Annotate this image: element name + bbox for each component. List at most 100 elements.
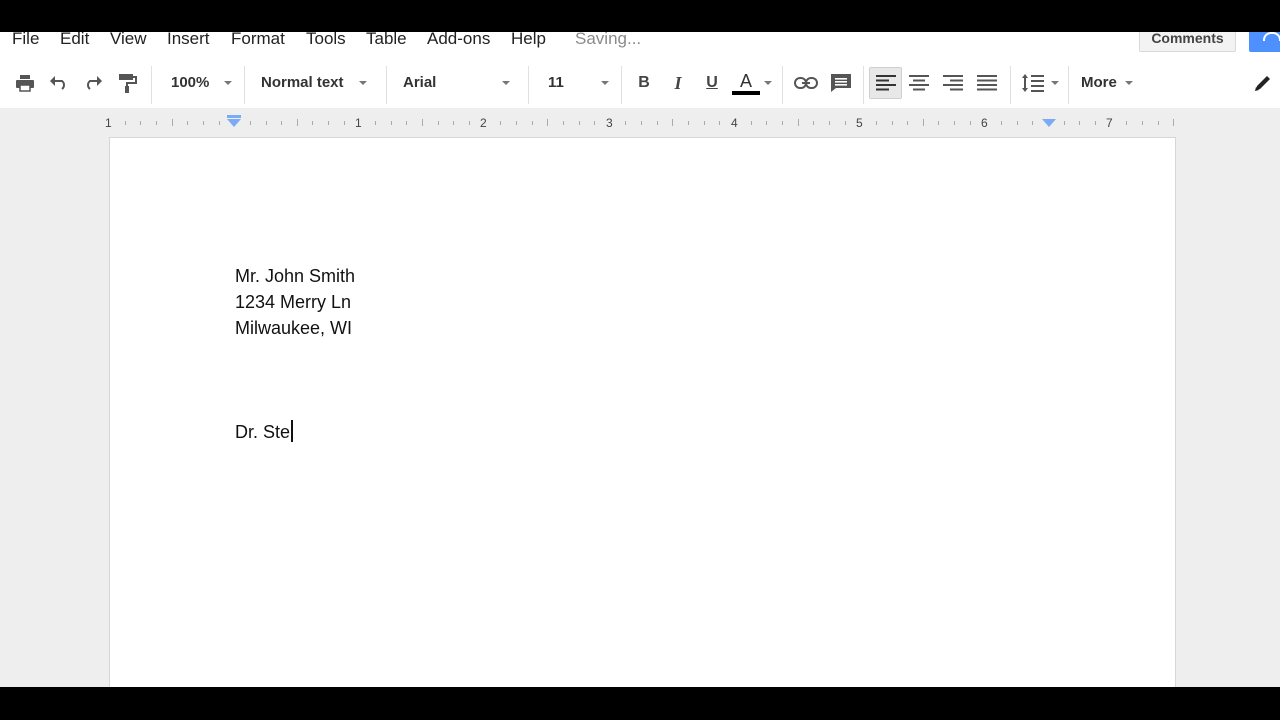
align-right-button[interactable]: [942, 71, 964, 95]
ruler-tick: [891, 121, 893, 125]
ruler-tick: [813, 121, 815, 125]
ruler-label: 7: [1106, 116, 1113, 130]
share-button[interactable]: [1249, 32, 1280, 52]
ruler-tick: [578, 121, 580, 125]
editing-mode-button[interactable]: [1252, 71, 1274, 95]
ruler-tick: [703, 121, 705, 125]
italic-button[interactable]: I: [668, 71, 688, 95]
bold-button[interactable]: B: [634, 71, 654, 95]
ruler-tick: [1016, 121, 1018, 125]
ruler-tick: [828, 121, 830, 125]
ruler-tick: [907, 121, 909, 125]
ruler-scale: 1 1 2 3 4 5 6 7: [100, 116, 1176, 130]
ruler-tick: [1001, 121, 1003, 125]
ruler-tick: [1079, 121, 1081, 125]
print-button[interactable]: [14, 71, 36, 95]
undo-icon: [50, 76, 65, 90]
ruler-tick: [202, 121, 204, 125]
chevron-down-icon: [1051, 81, 1059, 85]
ruler-tick: [531, 121, 533, 125]
toolbar-separator: [528, 66, 529, 104]
ruler-tick: [562, 121, 564, 125]
align-center-icon: [909, 75, 929, 91]
ruler-tick: [468, 121, 470, 125]
ruler-tick: [969, 121, 971, 125]
ruler-tick: [296, 119, 298, 126]
text-color-button[interactable]: A: [732, 71, 760, 95]
ruler-tick: [766, 121, 768, 125]
menu-help[interactable]: Help: [511, 32, 546, 58]
first-line-indent-marker[interactable]: [227, 115, 241, 118]
ruler-tick: [547, 119, 549, 126]
document-page[interactable]: Mr. John Smith 1234 Merry Ln Milwaukee, …: [109, 137, 1176, 687]
toolbar-separator: [621, 66, 622, 104]
ruler-tick: [875, 121, 877, 125]
bold-icon: B: [638, 74, 650, 91]
ruler-tick: [249, 121, 251, 125]
toolbar-separator: [244, 66, 245, 104]
align-center-button[interactable]: [908, 71, 930, 95]
menu-tools[interactable]: Tools: [306, 32, 346, 58]
ruler-tick: [281, 121, 283, 125]
zoom-select[interactable]: 100%: [171, 71, 209, 95]
ruler-tick: [390, 121, 392, 125]
more-menu[interactable]: More: [1081, 71, 1117, 95]
ruler-tick: [124, 121, 126, 125]
toolbar-separator: [151, 66, 152, 104]
document-line: 1234 Merry Ln: [235, 292, 352, 312]
italic-icon: I: [674, 72, 682, 93]
ruler-label: 5: [856, 116, 863, 130]
justify-button[interactable]: [976, 71, 998, 95]
document-line: Mr. John Smith: [235, 266, 356, 286]
undo-button[interactable]: [48, 71, 70, 95]
line-spacing-icon: [1022, 74, 1044, 92]
chevron-down-icon: [601, 81, 609, 85]
ruler-tick: [688, 121, 690, 125]
align-left-button[interactable]: [869, 67, 902, 99]
menu-table[interactable]: Table: [366, 32, 407, 58]
menu-view[interactable]: View: [110, 32, 147, 58]
ruler[interactable]: 1 1 2 3 4 5 6 7: [0, 108, 1280, 136]
font-size-select[interactable]: 11: [548, 71, 564, 95]
left-indent-marker[interactable]: [227, 119, 241, 127]
pencil-icon: [1255, 76, 1270, 91]
right-indent-marker[interactable]: [1042, 119, 1056, 127]
ruler-tick: [1063, 121, 1065, 125]
line-spacing-button[interactable]: [1020, 71, 1046, 95]
font-select[interactable]: Arial: [403, 71, 436, 95]
ruler-tick: [641, 121, 643, 125]
redo-button[interactable]: [82, 71, 104, 95]
document-line-active: Dr. Ste: [235, 419, 294, 445]
paint-format-icon: [119, 74, 137, 93]
justify-icon: [977, 75, 997, 91]
ruler-label: 3: [606, 116, 613, 130]
menu-addons[interactable]: Add-ons: [427, 32, 490, 58]
toolbar-separator: [386, 66, 387, 104]
ruler-tick: [437, 121, 439, 125]
ruler-tick: [594, 121, 596, 125]
comments-button[interactable]: Comments: [1139, 32, 1236, 52]
menu-bar: File Edit View Insert Format Tools Table…: [0, 32, 1280, 58]
ruler-tick: [922, 119, 924, 126]
menu-file[interactable]: File: [12, 32, 39, 58]
ruler-label: 2: [480, 116, 487, 130]
insert-comment-button[interactable]: [829, 71, 853, 95]
ruler-tick: [797, 119, 799, 126]
paragraph-style-select[interactable]: Normal text: [261, 71, 344, 95]
underline-button[interactable]: U: [702, 71, 722, 95]
menu-format[interactable]: Format: [231, 32, 285, 58]
insert-link-button[interactable]: [793, 71, 819, 95]
menu-insert[interactable]: Insert: [167, 32, 210, 58]
chevron-down-icon: [359, 81, 367, 85]
chevron-down-icon: [224, 81, 232, 85]
ruler-tick: [171, 119, 173, 126]
toolbar-separator: [1010, 66, 1011, 104]
text-color-swatch: [732, 90, 760, 95]
ruler-tick: [453, 121, 455, 125]
ruler-tick: [781, 121, 783, 125]
ruler-tick: [1094, 121, 1096, 125]
menu-edit[interactable]: Edit: [60, 32, 89, 58]
docs-app: File Edit View Insert Format Tools Table…: [0, 32, 1280, 687]
toolbar-separator: [863, 66, 864, 104]
paint-format-button[interactable]: [116, 71, 138, 95]
